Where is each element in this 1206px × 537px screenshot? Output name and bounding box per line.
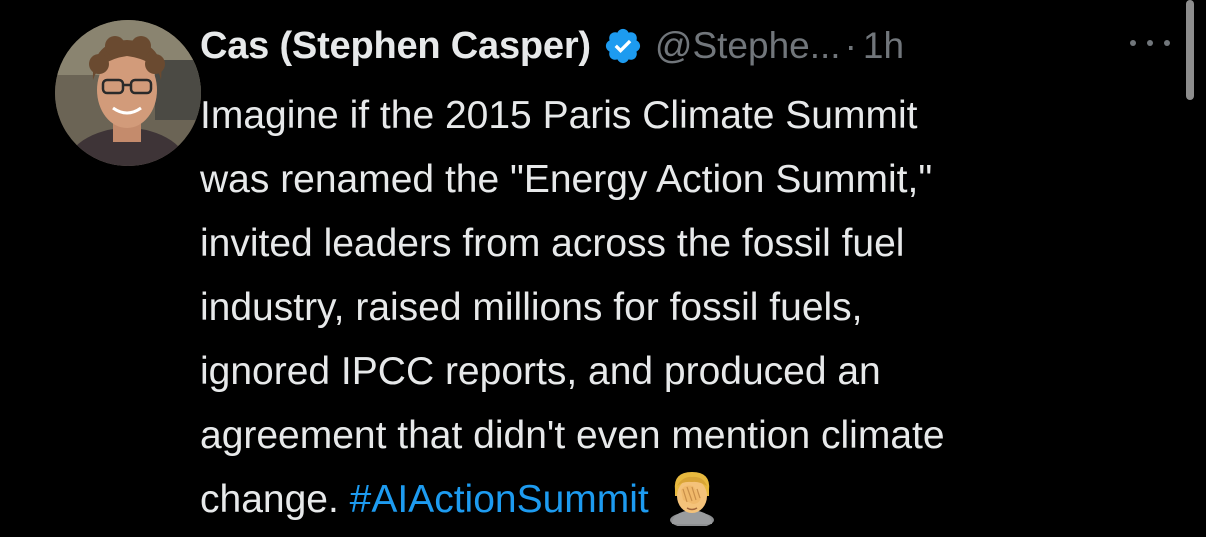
- hashtag-link[interactable]: #AIActionSummit: [350, 478, 649, 521]
- tweet-text: Imagine if the 2015 Paris Climate Summit…: [200, 84, 1180, 532]
- verified-badge-icon[interactable]: [603, 26, 643, 66]
- more-dot: [1164, 40, 1170, 46]
- tweet-text-line: industry, raised millions for fossil fue…: [200, 286, 863, 329]
- timestamp[interactable]: 1h: [863, 25, 904, 67]
- tweet[interactable]: Cas (Stephen Casper) @Stephe... · 1h Ima…: [0, 0, 1206, 537]
- scrollbar[interactable]: [1186, 0, 1194, 100]
- tweet-header: Cas (Stephen Casper) @Stephe... · 1h: [200, 16, 904, 76]
- avatar[interactable]: [55, 20, 201, 166]
- tweet-text-fragment: change.: [200, 478, 339, 521]
- tweet-text-line: invited leaders from across the fossil f…: [200, 222, 905, 265]
- tweet-text-last-line: change. #AIActionSummit: [200, 468, 1180, 532]
- more-dot: [1130, 40, 1136, 46]
- separator-dot: ·: [844, 25, 857, 66]
- tweet-text-line: agreement that didn't even mention clima…: [200, 414, 945, 457]
- author-display-name[interactable]: Cas (Stephen Casper): [200, 25, 591, 68]
- more-dot: [1147, 40, 1153, 46]
- tweet-text-line: ignored IPCC reports, and produced an: [200, 350, 881, 393]
- tweet-text-line: was renamed the "Energy Action Summit,": [200, 158, 933, 201]
- author-handle[interactable]: @Stephe...: [655, 25, 841, 67]
- tweet-text-line: Imagine if the 2015 Paris Climate Summit: [200, 94, 918, 137]
- more-horizontal-icon[interactable]: [1130, 28, 1170, 58]
- face-palm-emoji: [663, 468, 721, 526]
